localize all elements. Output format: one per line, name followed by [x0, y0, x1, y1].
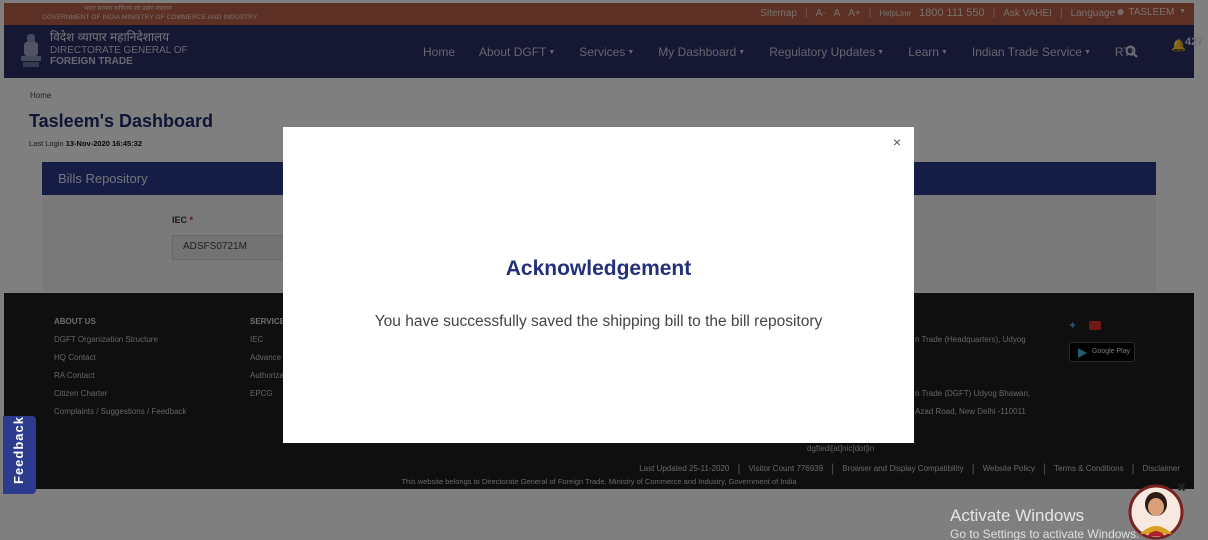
- dialog-message: You have successfully saved the shipping…: [374, 313, 823, 330]
- acknowledgement-dialog: × Acknowledgement You have successfully …: [283, 127, 914, 443]
- close-button[interactable]: ×: [888, 133, 906, 151]
- activate-windows-title: Activate Windows: [950, 506, 1085, 525]
- dgft-page: भारत सरकार वाणिज्य एवं उद्योग मंत्रालय G…: [0, 0, 1208, 540]
- feedback-label: Feedback: [11, 416, 26, 484]
- close-icon: ×: [892, 134, 902, 150]
- feedback-tab[interactable]: Feedback: [3, 416, 36, 494]
- activate-windows-subtitle: Go to Settings to activate Windows.: [950, 527, 1140, 540]
- chat-close-icon[interactable]: ✖: [1177, 482, 1189, 494]
- dialog-title: Acknowledgement: [505, 257, 692, 280]
